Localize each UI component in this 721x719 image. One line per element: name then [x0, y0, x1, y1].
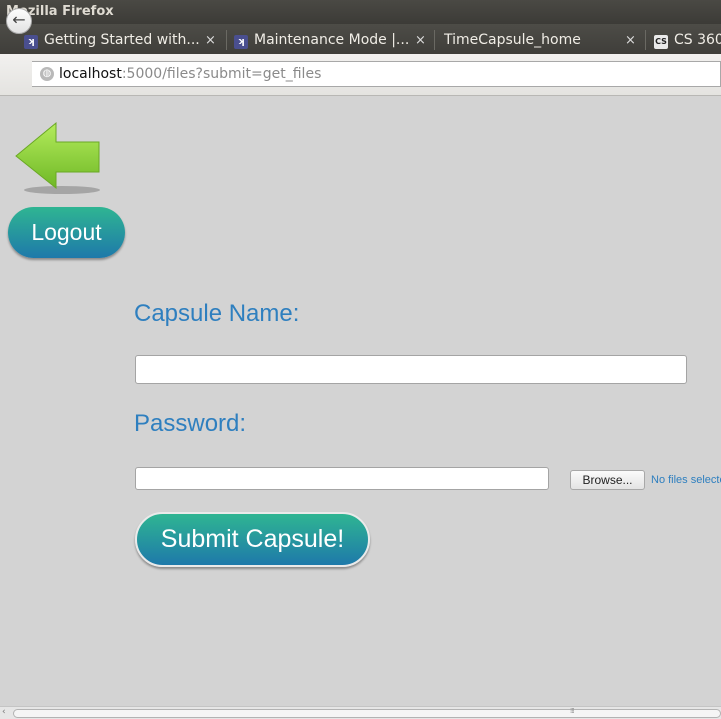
- tab-timecapsule-home[interactable]: TimeCapsule_home ×: [444, 27, 640, 54]
- tab-divider: [226, 30, 227, 50]
- back-arrow-icon: ←: [12, 10, 26, 29]
- url-host: localhost: [59, 66, 122, 82]
- tab-title: Getting Started with...: [44, 32, 200, 48]
- browser-back-button[interactable]: ←: [6, 8, 32, 34]
- tab-maintenance-mode[interactable]: ʞ Maintenance Mode |... ×: [234, 27, 430, 54]
- horizontal-scrollbar[interactable]: [0, 706, 721, 719]
- scroll-left-icon[interactable]: ‹: [2, 706, 6, 718]
- browse-button[interactable]: Browse...: [570, 470, 645, 490]
- address-text[interactable]: localhost:5000/files?submit=get_files: [59, 65, 321, 83]
- tab-title: CS 360: [674, 32, 721, 48]
- window-title-bar: Mozilla Firefox: [0, 0, 721, 24]
- tab-close-icon[interactable]: ×: [415, 27, 426, 54]
- ix-favicon-icon: ʞ: [234, 35, 248, 49]
- tab-title: TimeCapsule_home: [444, 32, 581, 48]
- password-field[interactable]: [135, 467, 549, 490]
- tab-divider: [434, 30, 435, 50]
- capsule-name-field[interactable]: [135, 355, 687, 384]
- ix-favicon-icon: ʞ: [24, 35, 38, 49]
- tab-divider: [645, 30, 646, 50]
- page-content: [0, 96, 721, 710]
- back-arrow-icon[interactable]: [14, 120, 104, 198]
- cs-favicon-icon: CS: [654, 35, 668, 49]
- logout-button[interactable]: Logout: [8, 207, 125, 258]
- password-label: Password:: [134, 410, 247, 437]
- globe-icon: ◍: [40, 67, 54, 81]
- tab-close-icon[interactable]: ×: [625, 27, 636, 54]
- file-status-text: No files selected.: [651, 474, 721, 486]
- tab-title: Maintenance Mode |...: [254, 32, 410, 48]
- scrollbar-grip-icon: ⁞⁞⁞: [570, 707, 575, 715]
- submit-capsule-button[interactable]: Submit Capsule!: [135, 512, 370, 567]
- capsule-name-label: Capsule Name:: [134, 300, 300, 327]
- url-path: :5000/files?submit=get_files: [121, 66, 322, 82]
- scrollbar-thumb[interactable]: [13, 709, 721, 718]
- tab-getting-started[interactable]: ʞ Getting Started with... ×: [24, 27, 220, 54]
- tab-close-icon[interactable]: ×: [205, 27, 216, 54]
- tab-cs-360[interactable]: CS CS 360: [654, 27, 721, 54]
- tab-strip: ʞ Getting Started with... × ʞ Maintenanc…: [0, 24, 721, 54]
